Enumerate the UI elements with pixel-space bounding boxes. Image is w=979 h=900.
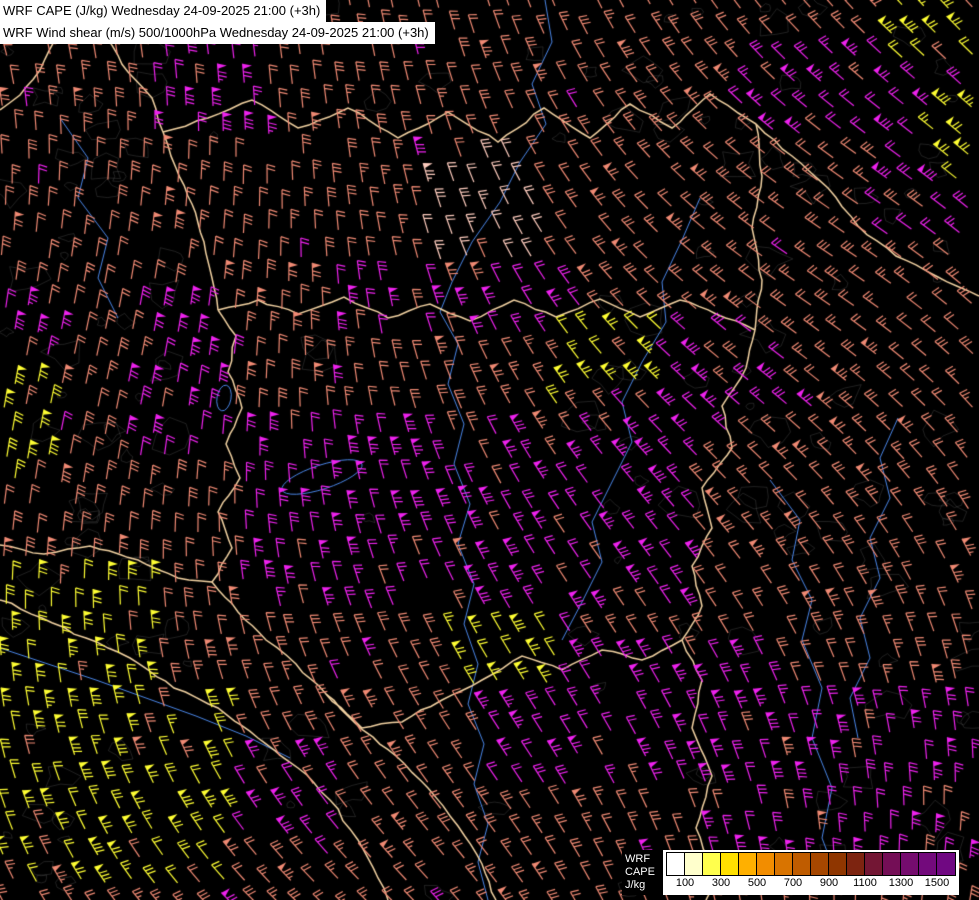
- legend-color-cell: [919, 853, 937, 875]
- title-wind-shear: WRF Wind shear (m/s) 500/1000hPa Wednesd…: [0, 22, 435, 44]
- legend-color-cell: [901, 853, 919, 875]
- legend-tick-label: 1100: [853, 877, 877, 889]
- legend-color-cell: [775, 853, 793, 875]
- legend-color-scale: 100 300 500 700 900 1100 1300 1500: [663, 850, 959, 895]
- legend-variable-label: CAPE: [625, 866, 655, 878]
- legend-color-cell: [685, 853, 703, 875]
- legend-color-cell: [847, 853, 865, 875]
- legend-tick-label: 1500: [924, 877, 950, 889]
- legend-color-cell: [937, 853, 955, 875]
- legend-color-cell: [793, 853, 811, 875]
- legend-color-bar: [666, 852, 956, 876]
- legend-units-label: J/kg: [625, 879, 646, 891]
- legend-tick-label: 300: [711, 877, 731, 889]
- legend-color-cell: [757, 853, 775, 875]
- wind-shear-cape-map-canvas: [0, 0, 979, 900]
- legend-tick-label: 700: [783, 877, 803, 889]
- legend-color-cell: [739, 853, 757, 875]
- legend-color-cell: [721, 853, 739, 875]
- legend-color-cell: [667, 853, 685, 875]
- weather-map-viewport: WRF CAPE (J/kg) Wednesday 24-09-2025 21:…: [0, 0, 979, 900]
- legend-tick-label: 500: [747, 877, 767, 889]
- legend-tick-label: 900: [819, 877, 839, 889]
- map-titles: WRF CAPE (J/kg) Wednesday 24-09-2025 21:…: [0, 0, 435, 44]
- legend-tick-label: 100: [675, 877, 695, 889]
- title-cape: WRF CAPE (J/kg) Wednesday 24-09-2025 21:…: [0, 0, 327, 22]
- legend-color-cell: [865, 853, 883, 875]
- cape-legend: WRF CAPE J/kg 100 300 500 700 900 1100 1300 150…: [622, 850, 959, 895]
- legend-color-cell: [883, 853, 901, 875]
- legend-tick-labels: 100 300 500 700 900 1100 1300 1500: [666, 876, 956, 891]
- legend-color-cell: [703, 853, 721, 875]
- legend-labels: WRF CAPE J/kg: [622, 850, 663, 895]
- legend-color-cell: [829, 853, 847, 875]
- legend-color-cell: [811, 853, 829, 875]
- legend-tick-label: 1300: [888, 877, 914, 889]
- legend-model-label: WRF: [625, 853, 651, 865]
